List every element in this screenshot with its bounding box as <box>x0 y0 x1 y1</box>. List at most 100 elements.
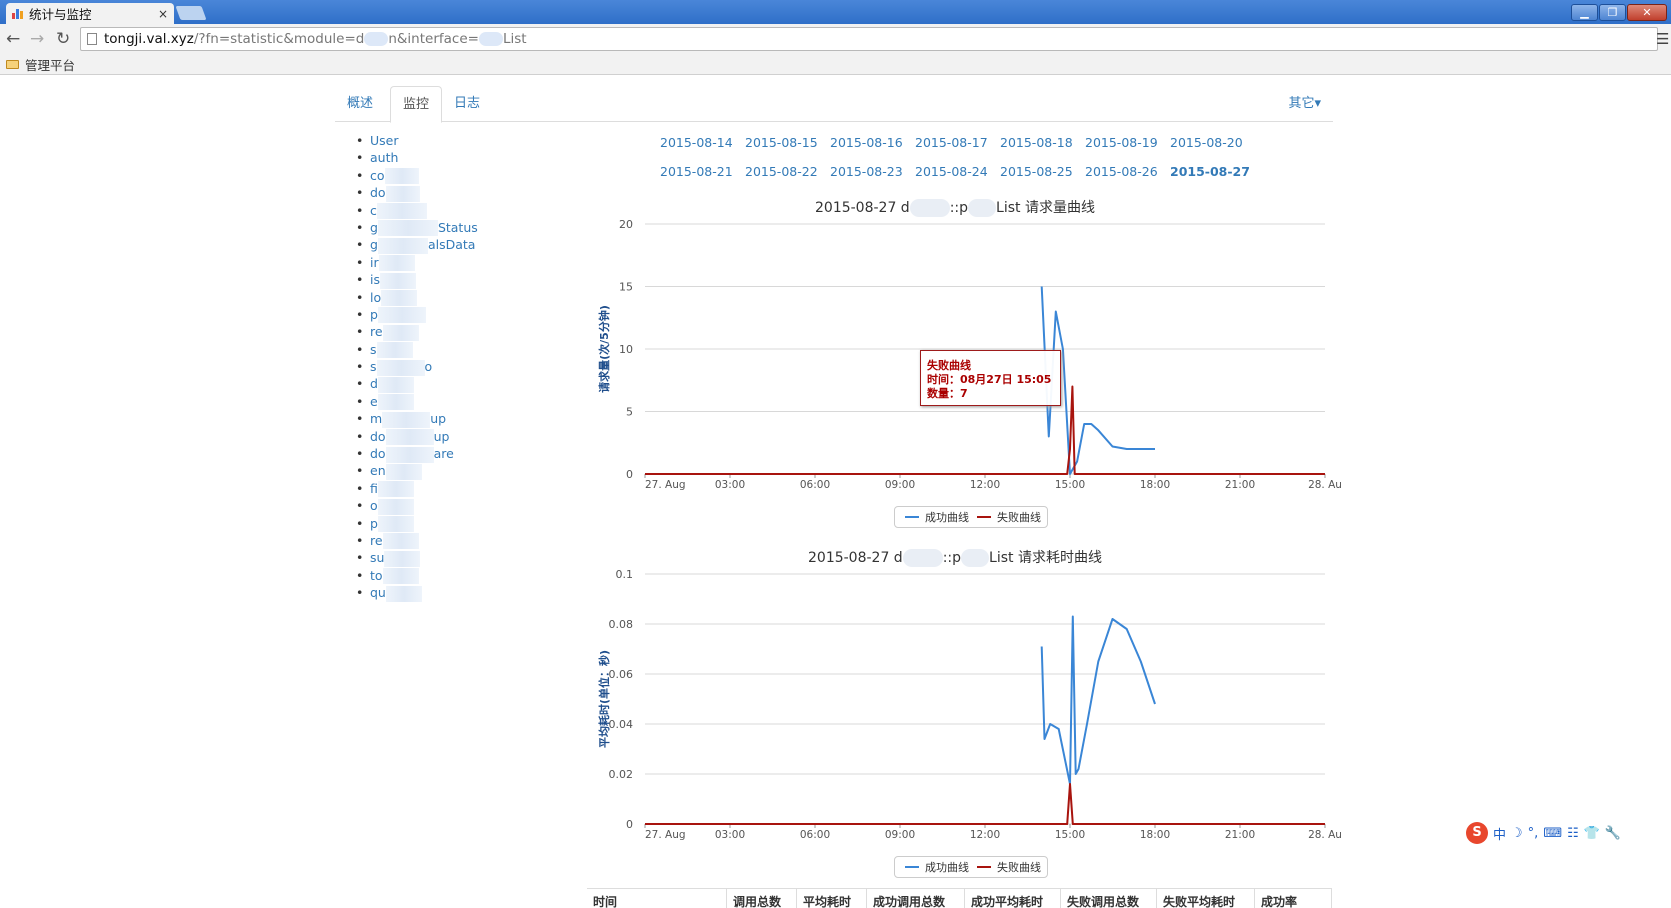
ime-button[interactable]: 🔧 <box>1605 826 1621 841</box>
date-link[interactable]: 2015-08-27 <box>1170 164 1250 179</box>
date-link[interactable]: 2015-08-24 <box>915 164 988 179</box>
module-link[interactable]: do up <box>356 428 478 446</box>
module-link[interactable]: auth <box>356 149 478 167</box>
module-link[interactable]: o <box>356 497 478 515</box>
date-link[interactable]: 2015-08-25 <box>1000 164 1073 179</box>
table-column-header[interactable]: 时间 <box>587 889 727 908</box>
other-dropdown[interactable]: 其它▾ <box>1288 86 1321 122</box>
module-link[interactable]: s <box>356 341 478 358</box>
legend-success-label[interactable]: 成功曲线 <box>925 859 969 875</box>
module-name: fi <box>370 480 378 496</box>
table-column-header[interactable]: 平均耗时 <box>797 889 867 908</box>
module-name: do <box>370 428 386 444</box>
redacted-mask <box>376 342 413 359</box>
module-name: co <box>370 167 385 183</box>
date-link[interactable]: 2015-08-23 <box>830 164 903 179</box>
module-link[interactable]: g alsData <box>356 236 478 254</box>
module-link[interactable]: lo <box>356 289 478 306</box>
new-tab-button[interactable] <box>175 6 207 20</box>
tab-overview[interactable]: 概述 <box>335 86 385 122</box>
date-link[interactable]: 2015-08-19 <box>1085 135 1158 150</box>
ime-button[interactable]: °, <box>1528 826 1539 841</box>
module-link[interactable]: su <box>356 549 478 567</box>
forward-arrow-icon[interactable]: → <box>30 28 44 50</box>
tab-monitor[interactable]: 监控 <box>390 86 443 123</box>
date-link[interactable]: 2015-08-21 <box>660 164 733 179</box>
browser-tab-active[interactable]: 统计与监控 × <box>6 3 174 24</box>
date-link[interactable]: 2015-08-15 <box>745 135 818 150</box>
table-column-header[interactable]: 成功调用总数 <box>867 889 965 908</box>
date-link[interactable]: 2015-08-18 <box>1000 135 1073 150</box>
tab-title: 统计与监控 <box>29 7 92 22</box>
series-line-failure[interactable] <box>645 783 1325 825</box>
date-link[interactable]: 2015-08-20 <box>1170 135 1243 150</box>
date-link[interactable]: 2015-08-22 <box>745 164 818 179</box>
x-tick-label: 21:00 <box>1225 479 1255 491</box>
module-link[interactable]: ir <box>356 254 478 272</box>
module-name: p <box>370 306 378 322</box>
module-link[interactable]: is <box>356 271 478 289</box>
module-link[interactable]: qu <box>356 584 478 602</box>
table-column-header[interactable]: 失败平均耗时 <box>1157 889 1255 908</box>
address-bar[interactable]: tongji.val.xyz /?fn=statistic&module=d n… <box>80 27 1658 51</box>
legend-line-success <box>905 516 919 518</box>
back-arrow-icon[interactable]: ← <box>6 28 20 50</box>
x-tick-label: 28. Au <box>1308 829 1342 841</box>
redacted-mask <box>382 324 419 341</box>
ime-button[interactable]: ⌨ <box>1543 826 1562 841</box>
bookmarks-bar: 管理平台 <box>0 54 1671 75</box>
date-link[interactable]: 2015-08-16 <box>830 135 903 150</box>
legend-failure-label[interactable]: 失败曲线 <box>997 509 1041 525</box>
hamburger-menu-icon[interactable]: ☰ <box>1656 30 1669 48</box>
tooltip-count: 数量：7 <box>927 387 968 400</box>
legend-failure-label[interactable]: 失败曲线 <box>997 859 1041 875</box>
url-host: tongji.val.xyz <box>104 31 194 47</box>
close-window-button[interactable]: ✕ <box>1627 4 1667 21</box>
minimize-button[interactable]: ▁ <box>1571 4 1598 21</box>
module-link[interactable]: re <box>356 532 478 550</box>
module-name-suffix: alsData <box>427 237 476 253</box>
table-column-header[interactable]: 成功平均耗时 <box>965 889 1061 908</box>
y-tick-label: 0.04 <box>609 718 634 731</box>
maximize-button[interactable]: ❐ <box>1599 4 1626 21</box>
ime-button[interactable]: ☷ <box>1567 826 1579 841</box>
module-link[interactable]: to <box>356 567 478 585</box>
module-link[interactable]: m up <box>356 410 478 428</box>
module-link[interactable]: re <box>356 323 478 341</box>
module-link[interactable]: g Status <box>356 219 478 237</box>
module-link[interactable]: User <box>356 132 478 150</box>
module-link[interactable]: co <box>356 167 478 185</box>
ime-button[interactable]: ☽ <box>1511 826 1523 841</box>
module-link[interactable]: do are <box>356 445 478 463</box>
module-link[interactable]: fi <box>356 480 478 498</box>
reload-icon[interactable]: ↻ <box>56 28 70 50</box>
sogou-ime-icon[interactable]: S <box>1466 822 1488 844</box>
stats-table-header: 时间 调用总数 平均耗时 成功调用总数 成功平均耗时 失败调用总数 失败平均耗时 成功率 <box>587 888 1332 908</box>
date-link[interactable]: 2015-08-26 <box>1085 164 1158 179</box>
table-column-header[interactable]: 调用总数 <box>727 889 797 908</box>
table-column-header[interactable]: 失败调用总数 <box>1061 889 1157 908</box>
module-link[interactable]: p <box>356 306 478 324</box>
date-link[interactable]: 2015-08-17 <box>915 135 988 150</box>
redacted-mask <box>384 168 419 185</box>
series-line-success[interactable] <box>1040 615 1156 785</box>
module-link[interactable]: do <box>356 184 478 202</box>
module-name: d <box>370 376 378 392</box>
browser-toolbar: ← → ↻ tongji.val.xyz /?fn=statistic&modu… <box>0 24 1671 54</box>
ime-button[interactable]: 中 <box>1493 824 1506 843</box>
date-link[interactable]: 2015-08-14 <box>660 135 733 150</box>
tab-log[interactable]: 日志 <box>442 86 492 122</box>
table-column-header[interactable]: 成功率 <box>1255 889 1332 908</box>
module-link[interactable]: e <box>356 393 478 411</box>
module-link[interactable]: d <box>356 375 478 393</box>
folder-icon <box>6 59 19 69</box>
module-link[interactable]: so <box>356 358 478 376</box>
ime-button[interactable]: 👕 <box>1584 826 1600 841</box>
module-link[interactable]: c <box>356 202 478 219</box>
tab-close-icon[interactable]: × <box>158 7 168 21</box>
legend-success-label[interactable]: 成功曲线 <box>925 509 969 525</box>
module-link[interactable]: en <box>356 462 478 480</box>
module-link[interactable]: p <box>356 515 478 532</box>
y-tick-label: 0 <box>626 468 633 481</box>
bookmark-admin-platform[interactable]: 管理平台 <box>25 55 75 74</box>
